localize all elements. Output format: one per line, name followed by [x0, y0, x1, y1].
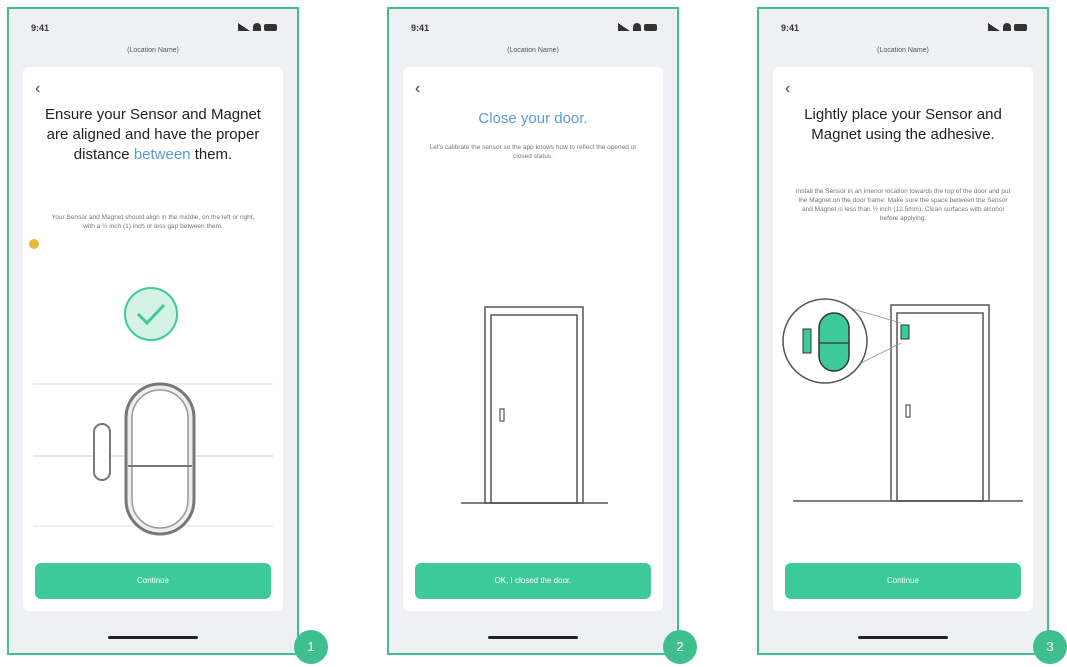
location-name: (Location Name) [507, 47, 559, 54]
status-time: 9:41 [31, 23, 50, 33]
check-icon [124, 287, 178, 341]
back-arrow-icon[interactable]: ‹ [35, 81, 40, 97]
battery-icon [1014, 23, 1027, 31]
wifi-icon [253, 23, 261, 31]
battery-icon [264, 23, 277, 31]
home-indicator [108, 636, 198, 639]
continue-button[interactable]: Continue [785, 563, 1021, 599]
signal-icon [618, 23, 630, 31]
status-bar: 9:41 [405, 23, 661, 37]
instruction-text: Install the Sensor in an interior locati… [795, 188, 1011, 222]
wifi-icon [1003, 23, 1011, 31]
step-badge: 3 [1033, 630, 1067, 664]
location-name: (Location Name) [877, 47, 929, 54]
pointer-dot [29, 239, 39, 249]
content-card: ‹ Lightly place your Sensor and Magnet u… [773, 67, 1033, 611]
title-highlight: between [133, 146, 191, 163]
confirm-door-closed-button[interactable]: OK, I closed the door. [415, 563, 651, 599]
home-indicator [488, 636, 578, 639]
status-bar: 9:41 [25, 23, 281, 37]
phone-screen-1: 9:41 (Location Name) ‹ Ensure your Senso… [7, 7, 299, 655]
step-badge: 1 [294, 630, 328, 664]
closed-door-illustration [461, 306, 608, 504]
status-time: 9:41 [781, 23, 800, 33]
content-card: ‹ Close your door. Let's calibrate the s… [403, 67, 663, 611]
signal-icon [238, 23, 250, 31]
content-card: ‹ Ensure your Sensor and Magnet are alig… [23, 67, 283, 611]
back-arrow-icon[interactable]: ‹ [415, 81, 420, 97]
home-indicator [858, 636, 948, 639]
status-time: 9:41 [411, 23, 430, 33]
continue-button[interactable]: Continue [35, 563, 271, 599]
instruction-text: Let's calibrate the sensor so the app kn… [429, 144, 637, 160]
page-title: Lightly place your Sensor and Magnet usi… [804, 106, 1002, 143]
instruction-text: Your Sensor and Magnet should align in t… [51, 214, 255, 230]
status-bar: 9:41 [775, 23, 1031, 37]
signal-icon [988, 23, 1000, 31]
placement-illustration [782, 298, 1023, 502]
phone-screen-3: 9:41 (Location Name) ‹ Lightly place you… [757, 7, 1049, 655]
location-name: (Location Name) [127, 47, 179, 54]
battery-icon [644, 23, 657, 31]
page-title: Close your door. [478, 110, 588, 127]
back-arrow-icon[interactable]: ‹ [785, 81, 790, 97]
wifi-icon [633, 23, 641, 31]
phone-screen-2: 9:41 (Location Name) ‹ Close your door. … [387, 7, 679, 655]
step-badge: 2 [663, 630, 697, 664]
alignment-illustration [33, 287, 273, 536]
page-title: Ensure your Sensor and Magnet are aligne… [45, 106, 261, 163]
